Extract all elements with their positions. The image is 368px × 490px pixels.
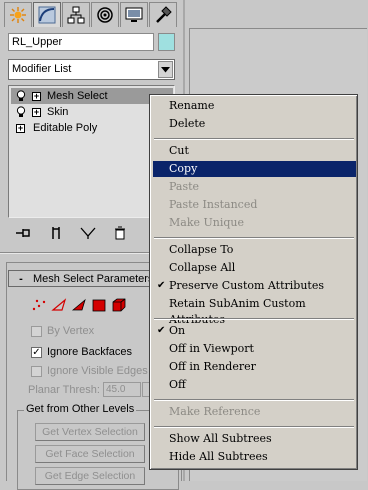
tab-hierarchy[interactable]	[62, 2, 90, 27]
planar-thresh-control: Planar Thresh: 45.0	[28, 382, 150, 397]
by-vertex-checkbox[interactable]: By Vertex	[31, 323, 94, 339]
expand-icon[interactable]: +	[32, 107, 41, 117]
pin-stack-button[interactable]	[14, 224, 34, 242]
menu-item-off-in-renderer[interactable]: Off in Renderer	[153, 359, 356, 375]
modifier-list-dropdown[interactable]: Modifier List	[8, 59, 175, 80]
menu-item-make-unique[interactable]: Make Unique	[153, 215, 356, 231]
object-color-swatch[interactable]	[158, 33, 175, 51]
menu-item-label: Preserve Custom Attributes	[169, 279, 324, 292]
lightbulb-icon[interactable]	[16, 90, 26, 102]
vertex-level-button[interactable]	[30, 296, 48, 314]
utilities-hammer-icon	[156, 6, 172, 23]
object-name-field[interactable]: RL_Upper	[8, 33, 154, 51]
checkmark-icon: ✔	[157, 280, 166, 291]
expand-icon[interactable]: +	[32, 91, 41, 101]
show-end-result-icon	[52, 227, 60, 239]
menu-item-label: On	[169, 324, 186, 337]
rollout-title: Mesh Select Parameters	[33, 272, 154, 285]
menu-item-delete[interactable]: Delete	[153, 116, 356, 132]
checkmark-icon: ✔	[157, 325, 166, 336]
menu-separator	[154, 318, 354, 320]
menu-item-off[interactable]: Off	[153, 377, 356, 393]
tab-create[interactable]	[4, 2, 32, 27]
stack-item-editable-poly[interactable]: + Editable Poly	[11, 120, 97, 136]
ignore-backfaces-checkbox[interactable]: ✓ Ignore Backfaces	[31, 344, 132, 360]
selection-level-icons	[30, 296, 130, 314]
planar-thresh-label: Planar Thresh:	[28, 383, 100, 396]
menu-item-preserve-custom-attributes[interactable]: ✔ Preserve Custom Attributes	[153, 278, 356, 294]
hierarchy-icon	[67, 6, 85, 24]
tab-utilities[interactable]	[149, 2, 177, 27]
menu-separator	[154, 426, 354, 428]
tab-modify[interactable]	[33, 2, 61, 27]
menu-item-paste[interactable]: Paste	[153, 179, 356, 195]
dropdown-arrow-button[interactable]	[158, 61, 173, 78]
menu-separator	[154, 237, 354, 239]
tab-display[interactable]	[120, 2, 148, 27]
trash-icon	[115, 226, 125, 240]
element-cube-icon	[112, 298, 126, 312]
menu-separator	[154, 138, 354, 140]
menu-item-cut[interactable]: Cut	[153, 143, 356, 159]
pin-icon	[16, 229, 30, 237]
chevron-down-icon	[161, 66, 170, 72]
checkbox-box[interactable]: ✓	[31, 346, 42, 358]
polygon-icon	[92, 299, 106, 312]
remove-modifier-button[interactable]	[110, 224, 130, 242]
planar-thresh-field[interactable]: 45.0	[102, 382, 141, 397]
stack-item-label: Skin	[47, 106, 69, 118]
modifier-list-label: Modifier List	[12, 63, 72, 75]
rollout-collapse-sign: -	[19, 272, 23, 285]
element-level-button[interactable]	[110, 296, 128, 314]
menu-item-make-reference[interactable]: Make Reference	[153, 404, 356, 420]
checkbox-box[interactable]	[31, 365, 42, 377]
get-vertex-selection-button[interactable]: Get Vertex Selection	[35, 423, 145, 441]
face-level-button[interactable]	[70, 296, 88, 314]
edge-level-button[interactable]	[50, 296, 68, 314]
vertex-icon	[32, 299, 46, 311]
create-sun-icon	[10, 7, 26, 23]
edge-icon	[51, 298, 67, 311]
tab-motion[interactable]	[91, 2, 119, 27]
checkbox-box[interactable]	[31, 325, 42, 337]
lightbulb-icon[interactable]	[16, 106, 26, 118]
stack-context-menu: Rename Delete Cut Copy Paste Paste Insta…	[149, 94, 358, 470]
checkbox-label: Ignore Backfaces	[47, 346, 132, 358]
menu-item-paste-instanced[interactable]: Paste Instanced	[153, 197, 356, 213]
menu-separator	[154, 399, 354, 401]
get-edge-selection-button[interactable]: Get Edge Selection	[35, 467, 145, 485]
checkbox-label: Ignore Visible Edges	[47, 365, 148, 377]
menu-item-retain-subanim-custom-attributes[interactable]: Retain SubAnim Custom Attributes	[153, 296, 356, 326]
menu-item-collapse-all[interactable]: Collapse All	[153, 260, 356, 276]
make-unique-button[interactable]	[78, 224, 98, 242]
show-end-result-button[interactable]	[46, 224, 66, 242]
stack-item-label: Editable Poly	[33, 122, 98, 134]
stack-item-skin[interactable]: + Skin	[11, 104, 68, 120]
face-icon	[71, 298, 86, 311]
modify-curve-icon	[38, 6, 56, 24]
ignore-visible-edges-checkbox[interactable]: Ignore Visible Edges	[31, 363, 148, 379]
checkbox-label: By Vertex	[47, 325, 95, 337]
get-face-selection-button[interactable]: Get Face Selection	[35, 445, 145, 463]
menu-item-collapse-to[interactable]: Collapse To	[153, 242, 356, 258]
menu-item-copy[interactable]: Copy	[153, 161, 356, 177]
motion-icon	[97, 7, 113, 23]
menu-item-off-in-viewport[interactable]: Off in Viewport	[153, 341, 356, 357]
polygon-level-button[interactable]	[90, 296, 108, 314]
menu-item-rename[interactable]: Rename	[153, 98, 356, 114]
display-monitor-icon	[125, 7, 143, 22]
expand-icon[interactable]: +	[16, 123, 25, 133]
menu-item-hide-all-subtrees[interactable]: Hide All Subtrees	[153, 449, 356, 465]
menu-item-show-all-subtrees[interactable]: Show All Subtrees	[153, 431, 356, 447]
command-panel-tabs	[4, 2, 178, 28]
make-unique-icon	[80, 227, 96, 239]
stack-item-label: Mesh Select	[47, 90, 108, 102]
menu-item-on[interactable]: ✔ On	[153, 323, 356, 339]
group-title: Get from Other Levels	[24, 403, 137, 415]
